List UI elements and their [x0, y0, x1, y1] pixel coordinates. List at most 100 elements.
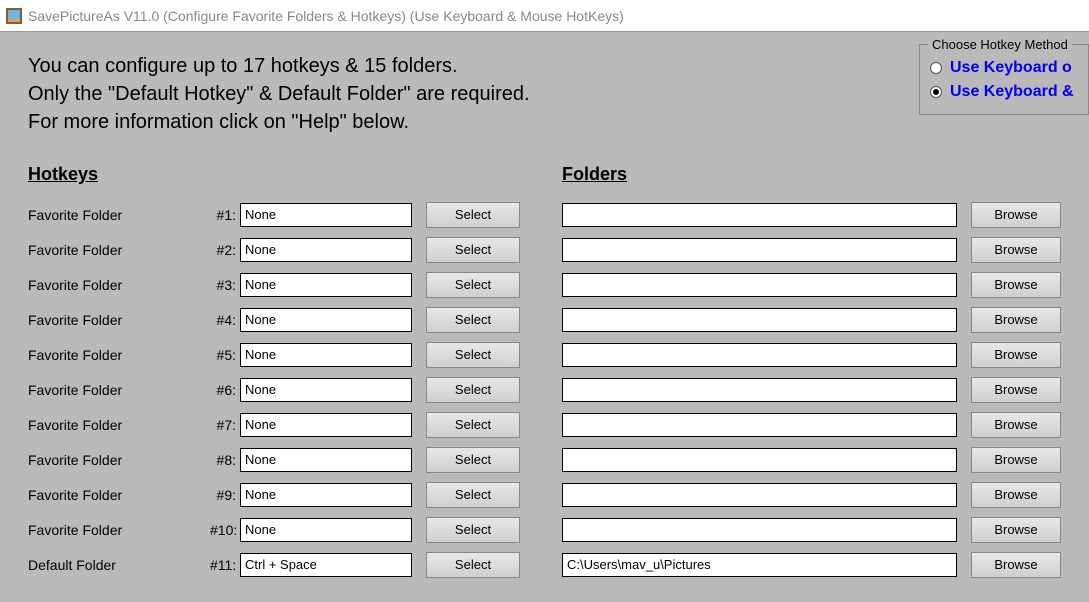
intro-text: You can configure up to 17 hotkeys & 15 …: [28, 52, 1061, 136]
select-button[interactable]: Select: [426, 447, 520, 473]
folder-input[interactable]: [562, 203, 957, 227]
folder-row: Browse: [562, 337, 1061, 372]
folder-input[interactable]: [562, 378, 957, 402]
select-button[interactable]: Select: [426, 307, 520, 333]
folder-input[interactable]: [562, 273, 957, 297]
browse-button[interactable]: Browse: [971, 307, 1061, 333]
hotkey-row: Favorite Folder#8:Select: [28, 442, 562, 477]
hotkey-input[interactable]: [240, 308, 412, 332]
hotkey-row: Favorite Folder#7: Select: [28, 407, 562, 442]
select-button[interactable]: Select: [426, 517, 520, 543]
browse-button[interactable]: Browse: [971, 202, 1061, 228]
row-label: Favorite Folder: [28, 277, 210, 293]
row-label: Favorite Folder: [28, 382, 210, 398]
folder-input[interactable]: [562, 308, 957, 332]
browse-button[interactable]: Browse: [971, 517, 1061, 543]
row-label: Favorite Folder: [28, 312, 210, 328]
folder-input[interactable]: [562, 483, 957, 507]
hotkey-row: Favorite Folder#2: Select: [28, 232, 562, 267]
row-number: #10:: [210, 522, 240, 538]
row-label: Favorite Folder: [28, 522, 210, 538]
row-number: #1:: [210, 207, 240, 223]
hotkey-input[interactable]: [240, 483, 412, 507]
select-button[interactable]: Select: [426, 482, 520, 508]
select-button[interactable]: Select: [426, 412, 520, 438]
folder-input[interactable]: [562, 238, 957, 262]
folder-row: Browse: [562, 372, 1061, 407]
hotkey-input[interactable]: [240, 553, 412, 577]
browse-button[interactable]: Browse: [971, 552, 1061, 578]
radio-keyboard-mouse[interactable]: Use Keyboard &: [930, 83, 1078, 101]
row-number: #5:: [210, 347, 240, 363]
folder-row: Browse: [562, 197, 1061, 232]
hotkey-input[interactable]: [240, 378, 412, 402]
row-number: #11:: [210, 557, 240, 573]
hotkey-input[interactable]: [240, 413, 412, 437]
select-button[interactable]: Select: [426, 202, 520, 228]
row-number: #2:: [210, 242, 240, 258]
radio-icon: [930, 86, 942, 98]
select-button[interactable]: Select: [426, 377, 520, 403]
folder-row: Browse: [562, 407, 1061, 442]
titlebar: SavePictureAs V11.0 (Configure Favorite …: [0, 0, 1089, 32]
hotkeys-header: Hotkeys: [28, 164, 562, 185]
browse-button[interactable]: Browse: [971, 342, 1061, 368]
select-button[interactable]: Select: [426, 237, 520, 263]
radio-label: Use Keyboard &: [950, 83, 1074, 101]
titlebar-text: SavePictureAs V11.0 (Configure Favorite …: [28, 8, 624, 24]
hotkey-input[interactable]: [240, 448, 412, 472]
browse-button[interactable]: Browse: [971, 482, 1061, 508]
browse-button[interactable]: Browse: [971, 447, 1061, 473]
hotkey-row: Favorite Folder#1: Select: [28, 197, 562, 232]
folder-row: Browse: [562, 512, 1061, 547]
hotkey-method-group: Choose Hotkey Method Use Keyboard o Use …: [919, 44, 1089, 115]
folder-row: Browse: [562, 547, 1061, 582]
radio-label: Use Keyboard o: [950, 59, 1072, 77]
hotkey-input[interactable]: [240, 518, 412, 542]
intro-line: Only the "Default Hotkey" & Default Fold…: [28, 80, 1061, 108]
hotkey-input[interactable]: [240, 343, 412, 367]
hotkey-row: Favorite Folder#5: Select: [28, 337, 562, 372]
folders-header: Folders: [562, 164, 1061, 185]
hotkey-row: Favorite Folder#9: Select: [28, 477, 562, 512]
hotkey-row: Favorite Folder#4:Select: [28, 302, 562, 337]
hotkey-input[interactable]: [240, 273, 412, 297]
row-label: Favorite Folder: [28, 207, 210, 223]
row-label: Favorite Folder: [28, 347, 210, 363]
folder-input[interactable]: [562, 553, 957, 577]
row-number: #7:: [210, 417, 240, 433]
row-label: Favorite Folder: [28, 487, 210, 503]
folder-input[interactable]: [562, 448, 957, 472]
row-label: Favorite Folder: [28, 242, 210, 258]
radio-icon: [930, 62, 942, 74]
browse-button[interactable]: Browse: [971, 377, 1061, 403]
folder-row: Browse: [562, 302, 1061, 337]
row-label: Favorite Folder: [28, 452, 210, 468]
row-label: Favorite Folder: [28, 417, 210, 433]
row-number: #3:: [210, 277, 240, 293]
intro-line: You can configure up to 17 hotkeys & 15 …: [28, 52, 1061, 80]
intro-line: For more information click on "Help" bel…: [28, 108, 1061, 136]
select-button[interactable]: Select: [426, 552, 520, 578]
hotkey-row: Default Folder#11: Select: [28, 547, 562, 582]
browse-button[interactable]: Browse: [971, 237, 1061, 263]
hotkey-input[interactable]: [240, 238, 412, 262]
select-button[interactable]: Select: [426, 272, 520, 298]
browse-button[interactable]: Browse: [971, 272, 1061, 298]
hotkey-row: Favorite Folder#10: Select: [28, 512, 562, 547]
hotkey-input[interactable]: [240, 203, 412, 227]
hotkey-row: Favorite Folder#6: Select: [28, 372, 562, 407]
hotkey-method-title: Choose Hotkey Method: [928, 37, 1072, 52]
radio-keyboard-only[interactable]: Use Keyboard o: [930, 59, 1078, 77]
folder-row: Browse: [562, 477, 1061, 512]
row-label: Default Folder: [28, 557, 210, 573]
row-number: #6:: [210, 382, 240, 398]
row-number: #9:: [210, 487, 240, 503]
select-button[interactable]: Select: [426, 342, 520, 368]
folder-row: Browse: [562, 442, 1061, 477]
folder-input[interactable]: [562, 518, 957, 542]
folder-row: Browse: [562, 267, 1061, 302]
browse-button[interactable]: Browse: [971, 412, 1061, 438]
folder-input[interactable]: [562, 413, 957, 437]
folder-input[interactable]: [562, 343, 957, 367]
